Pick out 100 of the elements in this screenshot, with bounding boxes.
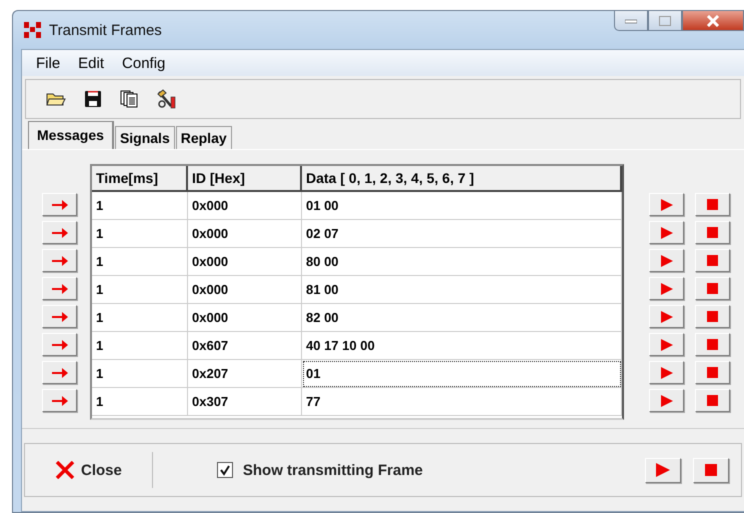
stop-icon bbox=[707, 367, 718, 378]
table-cell[interactable]: 81 00 bbox=[302, 276, 622, 304]
play-button[interactable] bbox=[649, 361, 684, 384]
table-cell[interactable]: 0x000 bbox=[188, 304, 302, 332]
arrow-icon bbox=[52, 340, 68, 350]
menu-item[interactable]: Config bbox=[120, 54, 168, 72]
maximize-icon bbox=[659, 16, 671, 26]
table-cell[interactable]: 0x000 bbox=[188, 192, 302, 220]
menu-item[interactable]: File bbox=[34, 54, 62, 72]
stop-icon bbox=[707, 283, 718, 294]
table-cell[interactable]: 0x607 bbox=[188, 332, 302, 360]
play-icon bbox=[660, 198, 674, 212]
play-button[interactable] bbox=[649, 221, 684, 244]
stop-icon bbox=[707, 255, 718, 266]
send-button[interactable] bbox=[42, 305, 77, 328]
stop-button[interactable] bbox=[695, 305, 730, 328]
table-cell[interactable]: 02 07 bbox=[302, 220, 622, 248]
play-button[interactable] bbox=[649, 249, 684, 272]
minimize-button[interactable] bbox=[614, 11, 648, 31]
stop-button[interactable] bbox=[695, 361, 730, 384]
table-cell[interactable]: 1 bbox=[92, 192, 188, 220]
tab[interactable]: Signals bbox=[114, 126, 175, 149]
close-icon bbox=[706, 14, 720, 26]
send-button[interactable] bbox=[42, 333, 77, 356]
play-button[interactable] bbox=[649, 305, 684, 328]
play-icon bbox=[660, 254, 674, 268]
send-button[interactable] bbox=[42, 389, 77, 412]
play-button[interactable] bbox=[649, 389, 684, 412]
table-cell[interactable]: 1 bbox=[92, 276, 188, 304]
maximize-button[interactable] bbox=[648, 11, 682, 31]
table-cell[interactable]: 1 bbox=[92, 220, 188, 248]
menu-item[interactable]: Edit bbox=[76, 54, 106, 72]
table-cell[interactable]: 82 00 bbox=[302, 304, 622, 332]
arrow-icon bbox=[52, 396, 68, 406]
arrow-icon bbox=[52, 256, 68, 266]
play-button[interactable] bbox=[649, 193, 684, 216]
column-header[interactable]: Time[ms] bbox=[92, 166, 188, 192]
play-button[interactable] bbox=[649, 277, 684, 300]
stop-button[interactable] bbox=[693, 458, 729, 482]
stop-icon bbox=[707, 199, 718, 210]
play-button[interactable] bbox=[649, 333, 684, 356]
play-icon bbox=[660, 338, 674, 352]
table-cell[interactable]: 1 bbox=[92, 388, 188, 416]
close-button[interactable] bbox=[682, 11, 744, 31]
arrow-icon bbox=[52, 228, 68, 238]
table-cell[interactable]: 0x000 bbox=[188, 248, 302, 276]
table-cell[interactable]: 0x307 bbox=[188, 388, 302, 416]
arrow-icon bbox=[52, 200, 68, 210]
send-button[interactable] bbox=[42, 249, 77, 272]
app-icon bbox=[23, 21, 43, 39]
table-cell[interactable]: 1 bbox=[92, 332, 188, 360]
checkbox[interactable] bbox=[216, 462, 233, 478]
table-cell[interactable]: 0x000 bbox=[188, 220, 302, 248]
table-cell[interactable]: 01 00 bbox=[302, 192, 622, 220]
table-cell[interactable]: 1 bbox=[92, 304, 188, 332]
play-icon bbox=[660, 366, 674, 380]
stop-button[interactable] bbox=[695, 389, 730, 412]
send-button[interactable] bbox=[42, 221, 77, 244]
minimize-icon bbox=[625, 18, 637, 24]
tab[interactable]: Replay bbox=[176, 126, 232, 149]
save-icon[interactable] bbox=[84, 90, 102, 108]
play-icon bbox=[660, 226, 674, 240]
column-header[interactable]: Data [ 0, 1, 2, 3, 4, 5, 6, 7 ] bbox=[302, 166, 622, 192]
table-cell[interactable]: 0x207 bbox=[188, 360, 302, 388]
send-button[interactable] bbox=[42, 361, 77, 384]
table-cell[interactable]: 01 bbox=[302, 360, 622, 388]
play-icon bbox=[660, 394, 674, 408]
play-icon bbox=[655, 462, 671, 478]
stop-button[interactable] bbox=[695, 277, 730, 300]
tab[interactable]: Messages bbox=[28, 121, 114, 149]
table-cell[interactable]: 80 00 bbox=[302, 248, 622, 276]
stop-button[interactable] bbox=[695, 249, 730, 272]
folder-icon[interactable] bbox=[46, 91, 66, 107]
column-header[interactable]: ID [Hex] bbox=[188, 166, 302, 192]
copy-icon[interactable] bbox=[120, 90, 138, 108]
play-icon bbox=[660, 310, 674, 324]
play-button[interactable] bbox=[645, 458, 681, 482]
stop-button[interactable] bbox=[695, 193, 730, 216]
stop-icon bbox=[707, 339, 718, 350]
table-cell[interactable]: 1 bbox=[92, 360, 188, 388]
stop-icon bbox=[705, 464, 717, 476]
arrow-icon bbox=[52, 284, 68, 294]
window-title: Transmit Frames bbox=[49, 22, 162, 38]
close-button[interactable]: Close bbox=[53, 459, 124, 481]
table-cell[interactable]: 77 bbox=[302, 388, 622, 416]
tools-icon[interactable] bbox=[156, 89, 178, 109]
table-cell[interactable]: 0x000 bbox=[188, 276, 302, 304]
table-cell[interactable]: 1 bbox=[92, 248, 188, 276]
table-cell[interactable]: 40 17 10 00 bbox=[302, 332, 622, 360]
stop-button[interactable] bbox=[695, 221, 730, 244]
send-button[interactable] bbox=[42, 277, 77, 300]
stop-button[interactable] bbox=[695, 333, 730, 356]
arrow-icon bbox=[52, 312, 68, 322]
arrow-icon bbox=[52, 368, 68, 378]
play-icon bbox=[660, 282, 674, 296]
send-button[interactable] bbox=[42, 193, 77, 216]
check-icon bbox=[218, 464, 231, 476]
stop-icon bbox=[707, 395, 718, 406]
stop-icon bbox=[707, 227, 718, 238]
close-icon bbox=[55, 461, 75, 479]
